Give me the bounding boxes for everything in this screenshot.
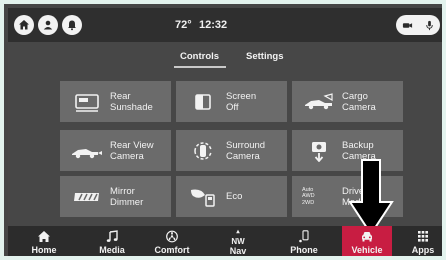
status-bar: 72° 12:32 [8, 8, 442, 42]
nav-compass-heading: NW [231, 237, 245, 246]
profile-button[interactable] [38, 15, 58, 35]
nav-apps[interactable]: Apps [404, 226, 442, 256]
apps-grid-icon [418, 231, 428, 242]
nav-navigation[interactable]: NW Nav [218, 226, 258, 256]
eco-button[interactable]: Eco [176, 176, 287, 217]
cargo-camera-label: Cargo Camera [342, 90, 376, 113]
surround-camera-label: Surround Camera [226, 139, 266, 162]
music-note-icon [106, 230, 118, 242]
tab-settings[interactable]: Settings [246, 51, 283, 62]
climate-icon [166, 230, 178, 243]
rear-view-camera-label: Rear View Camera [110, 139, 154, 162]
clock: 12:32 [199, 19, 228, 31]
camera-icon [402, 22, 412, 28]
nav-phone[interactable]: Phone [282, 226, 326, 256]
microphone-icon [425, 20, 433, 30]
eco-label: Eco [226, 191, 243, 202]
voice-button[interactable] [418, 15, 440, 35]
active-tab-underline [174, 66, 226, 68]
cargo-camera-icon [305, 92, 333, 109]
rear-sunshade-icon [75, 93, 99, 112]
vehicle-icon [362, 232, 372, 242]
drive-mode-icon: Auto AWD 2WD [302, 184, 336, 210]
home-icon [38, 231, 50, 242]
outside-temperature: 72° [175, 19, 192, 31]
nav-comfort-label: Comfort [154, 245, 190, 255]
eco-icon [191, 189, 215, 207]
drive-mode-icon-text: Auto AWD 2WD [302, 186, 315, 206]
nav-vehicle[interactable]: Vehicle [342, 226, 392, 256]
phone-icon [299, 230, 309, 243]
quick-actions-pill [396, 15, 440, 35]
compass-icon [236, 229, 240, 234]
cargo-camera-button[interactable]: Cargo Camera [292, 81, 403, 122]
backup-camera-icon [312, 141, 326, 162]
nav-phone-label: Phone [290, 245, 318, 255]
mirror-dimmer-button[interactable]: Mirror Dimmer [60, 176, 171, 217]
home-shortcut-button[interactable] [14, 15, 34, 35]
nav-nav-label: Nav [229, 246, 247, 256]
bottom-nav-bar: Home Media Comfort NW Nav Phone Vehicle … [8, 226, 442, 256]
screen-off-label: Screen Off [226, 90, 257, 113]
notifications-button[interactable] [62, 15, 82, 35]
tab-controls[interactable]: Controls [180, 51, 219, 62]
home-icon [19, 20, 29, 30]
mirror-dimmer-icon [74, 192, 99, 201]
rear-sunshade-label: Rear Sunshade [110, 90, 153, 113]
nav-apps-label: Apps [411, 245, 435, 255]
nav-home[interactable]: Home [22, 226, 66, 256]
nav-comfort[interactable]: Comfort [148, 226, 196, 256]
camera-button[interactable] [396, 15, 418, 35]
screen-off-button[interactable]: Screen Off [176, 81, 287, 122]
device-frame: 72° 12:32 Controls Settings Rear Sunshad… [0, 0, 446, 260]
rear-view-camera-icon [72, 148, 102, 158]
screen-off-icon [195, 93, 211, 110]
nav-media-label: Media [99, 245, 125, 255]
rear-sunshade-button[interactable]: Rear Sunshade [60, 81, 171, 122]
surround-camera-button[interactable]: Surround Camera [176, 130, 287, 171]
mirror-dimmer-label: Mirror Dimmer [110, 185, 144, 208]
rear-view-camera-button[interactable]: Rear View Camera [60, 130, 171, 171]
nav-vehicle-label: Vehicle [351, 245, 383, 255]
surround-camera-icon [194, 141, 212, 160]
notification-bell-icon [68, 20, 76, 31]
nav-home-label: Home [31, 245, 57, 255]
infotainment-screen: 72° 12:32 Controls Settings Rear Sunshad… [8, 8, 442, 256]
nav-media[interactable]: Media [90, 226, 134, 256]
profile-icon [43, 20, 53, 30]
